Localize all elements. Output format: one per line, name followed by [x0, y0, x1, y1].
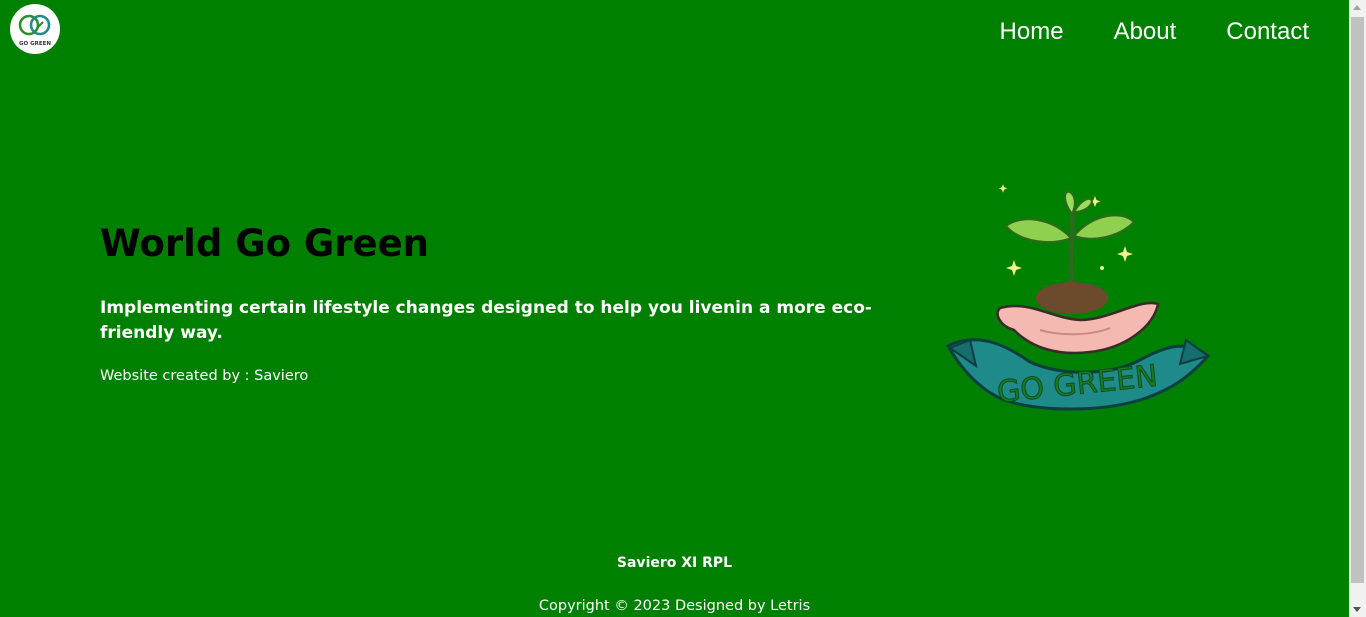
scroll-thumb[interactable]	[1351, 17, 1364, 583]
page: GO GREEN Home About Contact World Go Gre…	[0, 0, 1349, 617]
nav-about-link[interactable]: About	[1114, 16, 1177, 48]
hero-title: World Go Green	[100, 222, 430, 265]
nav-home-link[interactable]: Home	[1000, 16, 1064, 48]
hero-subtitle: Implementing certain lifestyle changes d…	[100, 298, 872, 343]
hero-credit: Website created by : Saviero	[100, 368, 309, 384]
vertical-scrollbar[interactable]	[1349, 0, 1366, 617]
sprout-in-hand-icon: GO GREEN	[945, 184, 1211, 411]
logo-text: GO GREEN	[19, 41, 51, 47]
scroll-up-icon[interactable]	[1353, 5, 1361, 10]
go-green-logo-icon: GO GREEN	[18, 14, 51, 47]
logo[interactable]: GO GREEN	[10, 4, 60, 54]
hero-illustration: GO GREEN	[940, 180, 1216, 416]
scroll-down-icon[interactable]	[1353, 607, 1361, 612]
footer-copyright: Copyright © 2023 Designed by Letris	[538, 598, 811, 614]
main-nav: Home About Contact	[1000, 16, 1309, 48]
footer-name: Saviero XI RPL	[616, 555, 733, 571]
nav-contact-link[interactable]: Contact	[1226, 16, 1309, 48]
